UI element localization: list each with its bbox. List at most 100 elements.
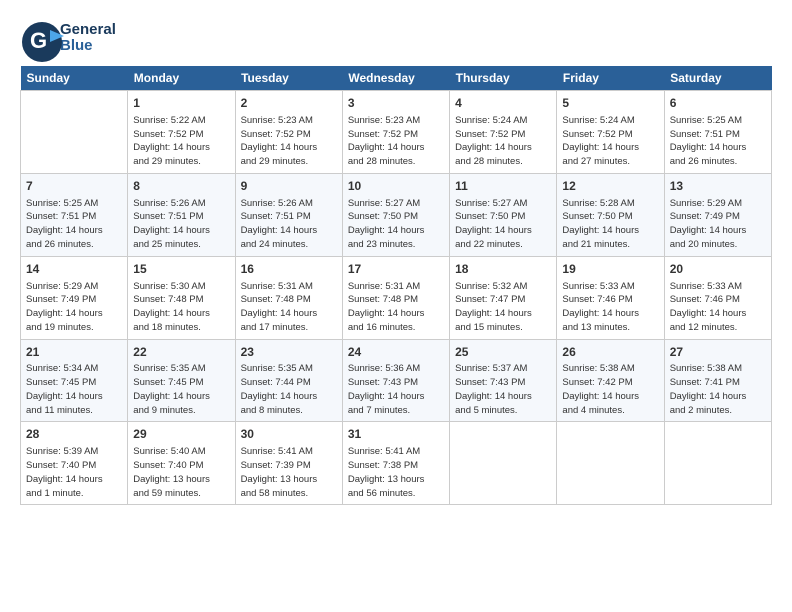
logo: G GeneralBlue (20, 20, 116, 56)
col-header-tuesday: Tuesday (235, 66, 342, 91)
calendar-cell: 11 Sunrise: 5:27 AM Sunset: 7:50 PM Dayli… (450, 173, 557, 256)
col-header-sunday: Sunday (21, 66, 128, 91)
calendar-cell: 1 Sunrise: 5:22 AM Sunset: 7:52 PM Daylig… (128, 91, 235, 174)
week-row-3: 14 Sunrise: 5:29 AM Sunset: 7:49 PM Dayli… (21, 256, 772, 339)
week-row-1: 1 Sunrise: 5:22 AM Sunset: 7:52 PM Daylig… (21, 91, 772, 174)
day-number: 2 (241, 95, 337, 112)
day-number: 19 (562, 261, 658, 278)
day-info: Sunrise: 5:31 AM Sunset: 7:48 PM Dayligh… (241, 280, 337, 335)
day-number: 18 (455, 261, 551, 278)
day-info: Sunrise: 5:23 AM Sunset: 7:52 PM Dayligh… (241, 114, 337, 169)
day-info: Sunrise: 5:37 AM Sunset: 7:43 PM Dayligh… (455, 362, 551, 417)
day-info: Sunrise: 5:38 AM Sunset: 7:42 PM Dayligh… (562, 362, 658, 417)
day-info: Sunrise: 5:25 AM Sunset: 7:51 PM Dayligh… (26, 197, 122, 252)
day-info: Sunrise: 5:26 AM Sunset: 7:51 PM Dayligh… (241, 197, 337, 252)
calendar-cell: 8Sunrise: 5:26 AM Sunset: 7:51 PM Daylig… (128, 173, 235, 256)
week-row-5: 28 Sunrise: 5:39 AM Sunset: 7:40 PM Dayli… (21, 422, 772, 505)
day-number: 16 (241, 261, 337, 278)
calendar-cell: 16 Sunrise: 5:31 AM Sunset: 7:48 PM Dayli… (235, 256, 342, 339)
day-number: 25 (455, 344, 551, 361)
day-number: 17 (348, 261, 444, 278)
calendar-cell: 23Sunrise: 5:35 AM Sunset: 7:44 PM Dayli… (235, 339, 342, 422)
calendar-cell: 10 Sunrise: 5:27 AM Sunset: 7:50 PM Dayli… (342, 173, 449, 256)
day-number: 27 (670, 344, 766, 361)
day-info: Sunrise: 5:32 AM Sunset: 7:47 PM Dayligh… (455, 280, 551, 335)
logo-icon: G (20, 20, 56, 56)
calendar-cell (450, 422, 557, 505)
day-info: Sunrise: 5:24 AM Sunset: 7:52 PM Dayligh… (562, 114, 658, 169)
day-number: 13 (670, 178, 766, 195)
day-number: 7 (26, 178, 122, 195)
calendar-cell: 19 Sunrise: 5:33 AM Sunset: 7:46 PM Dayli… (557, 256, 664, 339)
day-info: Sunrise: 5:40 AM Sunset: 7:40 PM Dayligh… (133, 445, 229, 500)
day-info: Sunrise: 5:35 AM Sunset: 7:44 PM Dayligh… (241, 362, 337, 417)
calendar-cell: 30Sunrise: 5:41 AM Sunset: 7:39 PM Dayli… (235, 422, 342, 505)
calendar-cell: 7 Sunrise: 5:25 AM Sunset: 7:51 PM Daylig… (21, 173, 128, 256)
day-info: Sunrise: 5:29 AM Sunset: 7:49 PM Dayligh… (670, 197, 766, 252)
calendar-cell: 14 Sunrise: 5:29 AM Sunset: 7:49 PM Dayli… (21, 256, 128, 339)
day-info: Sunrise: 5:29 AM Sunset: 7:49 PM Dayligh… (26, 280, 122, 335)
calendar-cell (664, 422, 771, 505)
day-info: Sunrise: 5:38 AM Sunset: 7:41 PM Dayligh… (670, 362, 766, 417)
col-header-thursday: Thursday (450, 66, 557, 91)
day-number: 10 (348, 178, 444, 195)
day-number: 12 (562, 178, 658, 195)
day-number: 29 (133, 426, 229, 443)
day-number: 14 (26, 261, 122, 278)
calendar-cell: 15 Sunrise: 5:30 AM Sunset: 7:48 PM Dayli… (128, 256, 235, 339)
day-number: 23 (241, 344, 337, 361)
day-number: 9 (241, 178, 337, 195)
day-number: 1 (133, 95, 229, 112)
calendar-cell: 28 Sunrise: 5:39 AM Sunset: 7:40 PM Dayli… (21, 422, 128, 505)
day-info: Sunrise: 5:31 AM Sunset: 7:48 PM Dayligh… (348, 280, 444, 335)
day-info: Sunrise: 5:30 AM Sunset: 7:48 PM Dayligh… (133, 280, 229, 335)
calendar-cell: 5 Sunrise: 5:24 AM Sunset: 7:52 PM Daylig… (557, 91, 664, 174)
day-number: 3 (348, 95, 444, 112)
day-info: Sunrise: 5:36 AM Sunset: 7:43 PM Dayligh… (348, 362, 444, 417)
calendar-cell: 13 Sunrise: 5:29 AM Sunset: 7:49 PM Dayli… (664, 173, 771, 256)
calendar-cell: 2 Sunrise: 5:23 AM Sunset: 7:52 PM Daylig… (235, 91, 342, 174)
header-row: SundayMondayTuesdayWednesdayThursdayFrid… (21, 66, 772, 91)
day-number: 5 (562, 95, 658, 112)
day-info: Sunrise: 5:35 AM Sunset: 7:45 PM Dayligh… (133, 362, 229, 417)
svg-text:G: G (30, 28, 47, 53)
day-info: Sunrise: 5:33 AM Sunset: 7:46 PM Dayligh… (562, 280, 658, 335)
day-info: Sunrise: 5:33 AM Sunset: 7:46 PM Dayligh… (670, 280, 766, 335)
day-info: Sunrise: 5:25 AM Sunset: 7:51 PM Dayligh… (670, 114, 766, 169)
day-info: Sunrise: 5:39 AM Sunset: 7:40 PM Dayligh… (26, 445, 122, 500)
calendar-cell (21, 91, 128, 174)
calendar-cell: 18 Sunrise: 5:32 AM Sunset: 7:47 PM Dayli… (450, 256, 557, 339)
day-number: 21 (26, 344, 122, 361)
day-number: 15 (133, 261, 229, 278)
calendar-cell: 24Sunrise: 5:36 AM Sunset: 7:43 PM Dayli… (342, 339, 449, 422)
calendar-table: SundayMondayTuesdayWednesdayThursdayFrid… (20, 66, 772, 505)
calendar-cell: 29 Sunrise: 5:40 AM Sunset: 7:40 PM Dayli… (128, 422, 235, 505)
calendar-cell: 20 Sunrise: 5:33 AM Sunset: 7:46 PM Dayli… (664, 256, 771, 339)
day-number: 11 (455, 178, 551, 195)
day-number: 22 (133, 344, 229, 361)
col-header-monday: Monday (128, 66, 235, 91)
calendar-cell: 26Sunrise: 5:38 AM Sunset: 7:42 PM Dayli… (557, 339, 664, 422)
calendar-cell: 22Sunrise: 5:35 AM Sunset: 7:45 PM Dayli… (128, 339, 235, 422)
day-info: Sunrise: 5:26 AM Sunset: 7:51 PM Dayligh… (133, 197, 229, 252)
col-header-friday: Friday (557, 66, 664, 91)
day-info: Sunrise: 5:41 AM Sunset: 7:38 PM Dayligh… (348, 445, 444, 500)
day-info: Sunrise: 5:24 AM Sunset: 7:52 PM Dayligh… (455, 114, 551, 169)
day-info: Sunrise: 5:34 AM Sunset: 7:45 PM Dayligh… (26, 362, 122, 417)
day-info: Sunrise: 5:22 AM Sunset: 7:52 PM Dayligh… (133, 114, 229, 169)
week-row-4: 21Sunrise: 5:34 AM Sunset: 7:45 PM Dayli… (21, 339, 772, 422)
calendar-cell: 9 Sunrise: 5:26 AM Sunset: 7:51 PM Daylig… (235, 173, 342, 256)
calendar-cell: 3Sunrise: 5:23 AM Sunset: 7:52 PM Daylig… (342, 91, 449, 174)
calendar-cell: 25Sunrise: 5:37 AM Sunset: 7:43 PM Dayli… (450, 339, 557, 422)
calendar-cell: 31Sunrise: 5:41 AM Sunset: 7:38 PM Dayli… (342, 422, 449, 505)
day-number: 28 (26, 426, 122, 443)
day-info: Sunrise: 5:27 AM Sunset: 7:50 PM Dayligh… (455, 197, 551, 252)
day-number: 4 (455, 95, 551, 112)
day-number: 20 (670, 261, 766, 278)
header: G GeneralBlue (20, 20, 772, 56)
day-number: 26 (562, 344, 658, 361)
day-info: Sunrise: 5:28 AM Sunset: 7:50 PM Dayligh… (562, 197, 658, 252)
day-info: Sunrise: 5:27 AM Sunset: 7:50 PM Dayligh… (348, 197, 444, 252)
calendar-cell: 4 Sunrise: 5:24 AM Sunset: 7:52 PM Daylig… (450, 91, 557, 174)
calendar-cell (557, 422, 664, 505)
